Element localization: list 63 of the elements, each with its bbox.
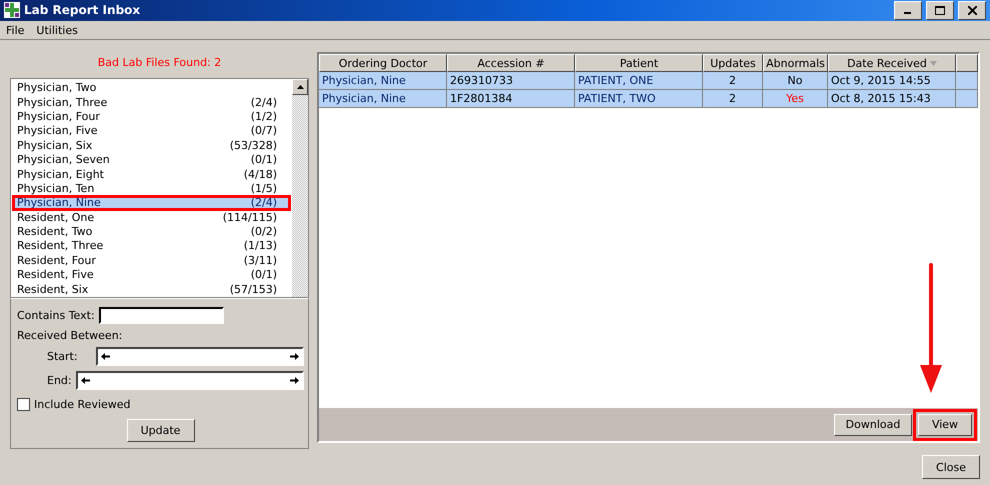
- table-cell: 269310733: [447, 72, 575, 90]
- table-cell: Yes: [763, 90, 828, 108]
- start-date-field[interactable]: [96, 347, 304, 366]
- contains-text-field[interactable]: [98, 307, 224, 324]
- left-arrow-icon: [100, 353, 110, 360]
- window-title: Lab Report Inbox: [24, 3, 142, 18]
- bad-files-message: Bad Lab Files Found: 2: [96, 55, 222, 72]
- right-arrow-icon: [290, 353, 299, 360]
- doctor-item[interactable]: Physician, Six (53/328): [13, 138, 290, 152]
- table-cell: Oct 8, 2015 15:43: [828, 90, 956, 108]
- table-cell: Oct 9, 2015 14:55: [828, 72, 956, 90]
- doctor-item[interactable]: Physician, Five (0/7): [13, 124, 290, 138]
- doctor-item[interactable]: Physician, Four (1/2): [13, 109, 290, 124]
- update-button[interactable]: Update: [126, 419, 194, 442]
- right-arrow-icon: [290, 377, 299, 384]
- column-header[interactable]: Abnormals: [763, 54, 828, 72]
- doctor-item[interactable]: Physician, Two: [13, 80, 290, 95]
- menu-item[interactable]: File: [6, 24, 24, 37]
- column-header[interactable]: Ordering Doctor: [319, 54, 447, 72]
- field-label: Contains Text:: [17, 309, 95, 322]
- column-header[interactable]: Date Received: [828, 54, 956, 72]
- doctor-item[interactable]: Resident, Three (1/13): [13, 238, 290, 254]
- menu-item[interactable]: Utilities: [36, 24, 78, 37]
- doctor-item[interactable]: Resident, Five (0/1): [13, 268, 290, 282]
- table-cell: 2: [703, 90, 763, 108]
- table-cell: PATIENT, TWO: [575, 90, 703, 108]
- doctor-item[interactable]: Resident, Six (57/153): [13, 282, 290, 296]
- maximize-button[interactable]: [926, 0, 954, 20]
- sort-icon: [930, 60, 937, 66]
- doctor-item[interactable]: Resident, Four (3/11): [13, 253, 290, 268]
- up-arrow-icon: [296, 85, 304, 90]
- close-button[interactable]: [958, 0, 986, 20]
- column-header[interactable]: Accession #: [447, 54, 575, 72]
- table-cell: 1F2801384: [447, 90, 575, 108]
- checkbox[interactable]: [17, 398, 30, 412]
- doctor-item[interactable]: Physician, Three (2/4): [13, 94, 290, 110]
- end-date-field[interactable]: [76, 371, 304, 390]
- field-label: Received Between:: [17, 329, 122, 342]
- minimize-button[interactable]: [894, 0, 922, 20]
- doctor-item[interactable]: Resident, Two (0/2): [13, 224, 290, 239]
- column-header: [956, 54, 978, 72]
- close-icon: [968, 6, 976, 15]
- doctor-item[interactable]: Resident, One (114/115): [13, 210, 290, 224]
- checkbox-label: Include Reviewed: [34, 398, 131, 412]
- column-header[interactable]: Patient: [575, 54, 703, 72]
- table-cell: 2: [703, 72, 763, 90]
- close-dialog-button[interactable]: Close: [922, 455, 980, 480]
- field-label: End:: [47, 374, 72, 388]
- doctor-item[interactable]: Physician, Nine (2/4): [13, 196, 290, 210]
- doctor-item[interactable]: Physician, Eight (4/18): [13, 166, 290, 182]
- table-cell: Physician, Nine: [319, 72, 447, 90]
- download-button[interactable]: Download: [834, 414, 912, 436]
- maximize-icon: [935, 6, 945, 15]
- table-cell: No: [763, 72, 828, 90]
- column-header[interactable]: Updates: [703, 54, 763, 72]
- left-arrow-icon: [80, 377, 90, 384]
- field-label: Start:: [47, 350, 79, 364]
- app-icon: [4, 2, 20, 18]
- table-cell: Physician, Nine: [319, 90, 447, 108]
- doctor-item[interactable]: Physician, Seven (0/1): [13, 152, 290, 167]
- table-cell: PATIENT, ONE: [575, 72, 703, 90]
- doctor-item[interactable]: Physician, Ten (1/5): [13, 181, 290, 196]
- scrollbar[interactable]: [292, 79, 308, 298]
